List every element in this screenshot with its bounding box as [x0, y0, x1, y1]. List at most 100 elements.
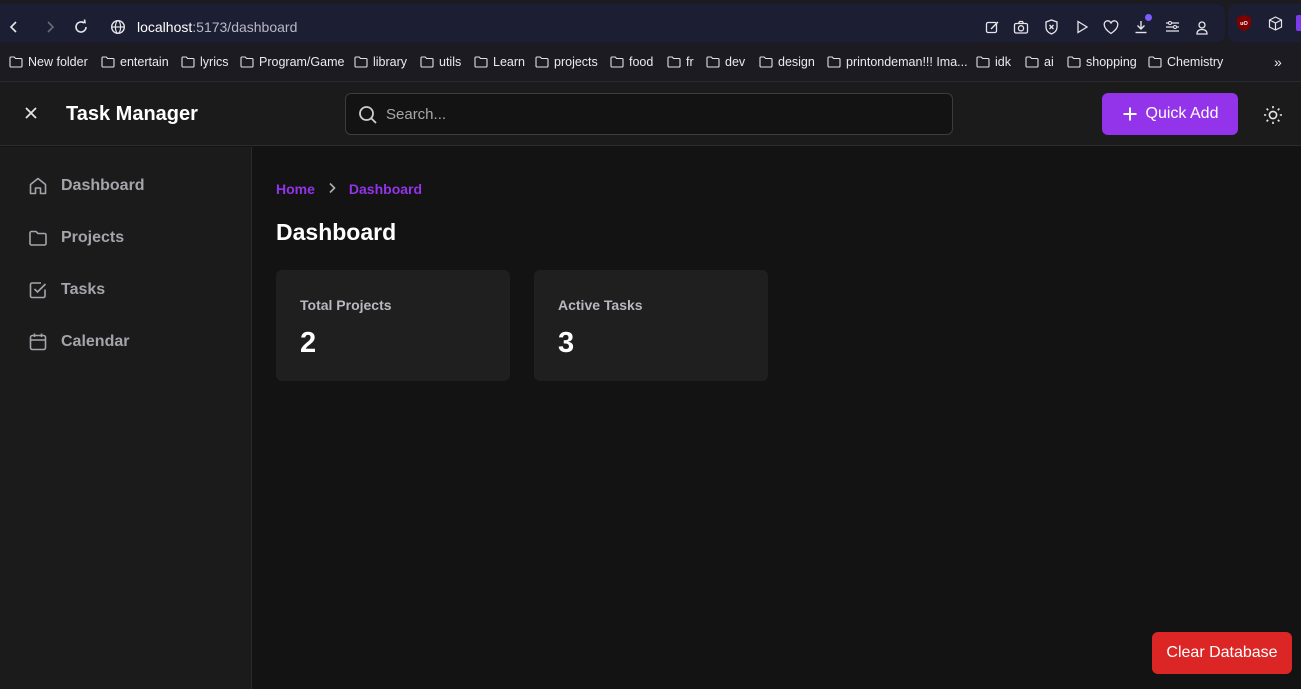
folder-icon: [610, 56, 624, 68]
bookmark-folder[interactable]: projects: [535, 55, 598, 69]
bookmark-folder[interactable]: Learn: [474, 55, 525, 69]
close-sidebar-button[interactable]: [20, 102, 42, 124]
bookmark-folder[interactable]: idk: [976, 55, 1011, 69]
bookmarks-overflow-button[interactable]: »: [1274, 54, 1282, 70]
address-bar-container: localhost:5173/dashboard: [0, 4, 1225, 42]
bookmark-label: fr: [686, 55, 694, 69]
bookmark-folder[interactable]: Chemistry: [1148, 55, 1223, 69]
downloads-button[interactable]: [1131, 14, 1152, 37]
edit-page-button[interactable]: [982, 17, 1002, 37]
ublock-icon: uO: [1237, 15, 1251, 31]
bookmark-folder[interactable]: utils: [420, 55, 461, 69]
sidebar-item-tasks[interactable]: Tasks: [28, 280, 105, 300]
bookmark-label: design: [778, 55, 815, 69]
theme-toggle-button[interactable]: [1262, 104, 1284, 126]
folder-icon: [976, 56, 990, 68]
page-title: Dashboard: [276, 219, 397, 245]
folder-icon: [1148, 56, 1162, 68]
bookmark-label: printondeman!!! Ima...: [846, 55, 968, 69]
sun-icon: [1264, 106, 1282, 124]
bookmark-label: shopping: [1086, 55, 1137, 69]
stat-label: Total Projects: [300, 297, 392, 313]
bookmark-label: entertain: [120, 55, 169, 69]
screenshot-button[interactable]: [1011, 17, 1031, 37]
extensions-area: uO: [1228, 4, 1301, 42]
close-icon: [25, 107, 37, 119]
sidebar-item-label: Calendar: [61, 333, 130, 350]
calendar-icon: [29, 333, 47, 351]
breadcrumb-home-link[interactable]: Home: [276, 181, 315, 197]
bookmark-folder[interactable]: New folder: [9, 55, 88, 69]
main-content: Home Dashboard Dashboard Total Projects …: [252, 147, 1301, 689]
bookmarks-bar: Chemistry shopping ai idk printondeman!!! Im…: [0, 46, 1301, 82]
settings-menu-button[interactable]: [1162, 17, 1182, 37]
bookmark-folder[interactable]: shopping: [1067, 55, 1137, 69]
sidebar: Dashboard Projects Tasks Calendar: [0, 147, 252, 689]
bookmark-folder[interactable]: dev: [706, 55, 745, 69]
quick-add-button[interactable]: Quick Add: [1102, 93, 1238, 135]
bookmark-label: idk: [995, 55, 1011, 69]
user-icon: [1196, 20, 1208, 35]
browser-toolbar: localhost:5173/dashboard uO: [0, 0, 1301, 46]
svg-text:uO: uO: [1240, 21, 1248, 27]
url-text[interactable]: localhost:5173/dashboard: [137, 19, 297, 35]
bookmark-folder[interactable]: food: [610, 55, 653, 69]
folder-icon: [420, 56, 434, 68]
sidebar-item-projects[interactable]: Projects: [28, 228, 124, 248]
bookmark-folder[interactable]: design: [759, 55, 815, 69]
player-button[interactable]: [1072, 17, 1092, 37]
app-title: Task Manager: [66, 103, 198, 125]
breadcrumb-current: Dashboard: [348, 181, 423, 197]
ublock-extension-button[interactable]: uO: [1234, 13, 1254, 33]
checkbox-icon: [29, 282, 47, 299]
favorites-button[interactable]: [1101, 17, 1121, 37]
sidebar-toggle-accent[interactable]: [1296, 15, 1301, 31]
plus-icon: [1123, 107, 1137, 121]
bookmark-folder[interactable]: lyrics: [181, 55, 228, 69]
home-icon: [29, 177, 47, 195]
reload-button[interactable]: [71, 17, 91, 37]
edit-icon: [985, 21, 998, 33]
back-button[interactable]: [4, 17, 24, 37]
bookmark-folder[interactable]: ai: [1025, 55, 1054, 69]
bookmark-label: utils: [439, 55, 462, 69]
bookmark-folder[interactable]: library: [354, 55, 407, 69]
quick-add-label: Quick Add: [1145, 105, 1219, 122]
bookmark-folder[interactable]: fr: [667, 55, 694, 69]
heart-icon: [1103, 19, 1119, 34]
bookmark-label: library: [373, 55, 408, 69]
site-info-button[interactable]: [108, 17, 128, 37]
bookmark-label: New folder: [28, 55, 88, 69]
search-input[interactable]: [386, 94, 946, 134]
forward-button[interactable]: [40, 17, 60, 37]
stat-label: Active Tasks: [558, 297, 643, 313]
bookmark-folder[interactable]: entertain: [101, 55, 169, 69]
stat-value: 3: [558, 327, 575, 359]
sidebar-item-label: Tasks: [61, 281, 106, 298]
app-header: Task Manager Quick Add: [0, 82, 1301, 146]
extensions-button[interactable]: [1265, 13, 1285, 33]
sidebar-item-calendar[interactable]: Calendar: [28, 332, 129, 352]
url-host: localhost: [137, 19, 193, 35]
folder-icon: [181, 56, 195, 68]
folder-icon: [535, 56, 549, 68]
sidebar-item-label: Dashboard: [61, 177, 145, 194]
bookmark-label: ai: [1044, 55, 1054, 69]
stat-card-total-projects: Total Projects 2: [276, 270, 510, 381]
clear-database-button[interactable]: Clear Database: [1152, 632, 1292, 674]
adblock-button[interactable]: [1041, 17, 1061, 37]
stat-card-active-tasks: Active Tasks 3: [534, 270, 768, 381]
profile-button[interactable]: [1192, 17, 1212, 37]
folder-icon: [667, 56, 681, 68]
sidebar-item-dashboard[interactable]: Dashboard: [28, 176, 145, 196]
sliders-icon: [1165, 21, 1179, 32]
chevron-left-icon: [9, 21, 17, 33]
shield-icon: [1044, 19, 1058, 35]
bookmark-label: lyrics: [200, 55, 229, 69]
search-box: [345, 93, 953, 135]
bookmark-folder[interactable]: Program/Game: [240, 55, 344, 69]
bookmark-folder[interactable]: printondeman!!! Ima...: [827, 55, 968, 69]
chevron-right-icon: [327, 181, 337, 197]
bookmark-label: Chemistry: [1167, 55, 1224, 69]
folder-icon: [827, 56, 841, 68]
